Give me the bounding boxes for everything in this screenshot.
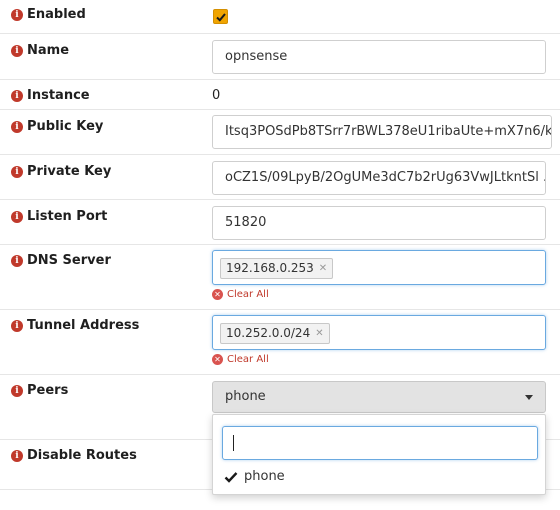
dns-server-label: DNS Server (27, 253, 111, 268)
tunnel-address-tag[interactable]: 10.252.0.0/24 ✕ (220, 323, 330, 344)
dns-server-clear-all[interactable]: ✕ Clear All (212, 289, 269, 300)
peers-dropdown-menu: phone (212, 414, 546, 495)
disable-routes-label-group: i Disable Routes (11, 448, 137, 463)
row-dns-server: i DNS Server 192.168.0.253 ✕ ✕ Clear All (0, 245, 560, 310)
peers-label: Peers (27, 383, 69, 398)
text-cursor (233, 435, 234, 451)
private-key-input[interactable]: oCZ1S/09LpyB/2OgUMe3dC7b2rUg63VwJLtkntSl… (212, 161, 546, 195)
instance-label: Instance (27, 88, 90, 103)
name-label-group: i Name (11, 43, 69, 58)
peers-selected-value: phone (225, 389, 266, 404)
peers-option-label: phone (244, 469, 285, 484)
peers-select[interactable]: phone (212, 381, 546, 413)
public-key-input[interactable]: Itsq3POSdPb8TSrr7rBWL378eU1ribaUte+mX7n6… (212, 115, 552, 149)
check-icon (224, 471, 238, 483)
enabled-label: Enabled (27, 7, 86, 22)
check-icon (216, 13, 226, 22)
tunnel-address-clear-all[interactable]: ✕ Clear All (212, 354, 269, 365)
listen-port-label: Listen Port (27, 209, 108, 224)
tunnel-address-tags-input[interactable]: 10.252.0.0/24 ✕ (212, 315, 546, 350)
row-private-key: i Private Key oCZ1S/09LpyB/2OgUMe3dC7b2r… (0, 155, 560, 200)
info-icon[interactable]: i (11, 165, 23, 178)
row-public-key: i Public Key Itsq3POSdPb8TSrr7rBWL378eU1… (0, 110, 560, 155)
public-key-label-group: i Public Key (11, 119, 103, 134)
info-icon[interactable]: i (11, 120, 23, 133)
info-icon[interactable]: i (11, 384, 23, 397)
info-icon[interactable]: i (11, 210, 23, 223)
dns-server-clear-all-label: Clear All (227, 289, 269, 300)
disable-routes-label: Disable Routes (27, 448, 137, 463)
enabled-checkbox[interactable] (213, 9, 228, 24)
instance-label-group: i Instance (11, 88, 90, 103)
info-icon[interactable]: i (11, 89, 23, 102)
times-icon[interactable]: ✕ (319, 259, 327, 278)
caret-down-icon (525, 395, 533, 400)
info-icon[interactable]: i (11, 44, 23, 57)
times-icon[interactable]: ✕ (315, 324, 323, 343)
times-circle-icon: ✕ (212, 354, 223, 365)
info-icon[interactable]: i (11, 8, 23, 21)
enabled-label-group: i Enabled (11, 7, 86, 22)
peers-label-group: i Peers (11, 383, 68, 398)
peers-option[interactable]: phone (224, 469, 285, 484)
row-listen-port: i Listen Port 51820 (0, 200, 560, 245)
listen-port-label-group: i Listen Port (11, 209, 107, 224)
public-key-label: Public Key (27, 119, 104, 134)
dns-server-tag-label: 192.168.0.253 (226, 261, 314, 275)
dns-server-tags-input[interactable]: 192.168.0.253 ✕ (212, 250, 546, 285)
info-icon[interactable]: i (11, 319, 23, 332)
info-icon[interactable]: i (11, 449, 23, 462)
row-instance: i Instance 0 (0, 80, 560, 110)
name-label: Name (27, 43, 70, 58)
tunnel-address-label: Tunnel Address (27, 318, 140, 333)
dns-server-label-group: i DNS Server (11, 253, 111, 268)
row-tunnel-address: i Tunnel Address 10.252.0.0/24 ✕ ✕ Clear… (0, 310, 560, 375)
instance-value: 0 (212, 88, 221, 103)
times-circle-icon: ✕ (212, 289, 223, 300)
private-key-label: Private Key (27, 164, 112, 179)
tunnel-address-label-group: i Tunnel Address (11, 318, 139, 333)
row-name: i Name opnsense (0, 34, 560, 80)
private-key-label-group: i Private Key (11, 164, 111, 179)
peers-search-input[interactable] (222, 426, 538, 460)
listen-port-input[interactable]: 51820 (212, 206, 546, 240)
dns-server-tag[interactable]: 192.168.0.253 ✕ (220, 258, 334, 279)
row-enabled: i Enabled (0, 0, 560, 34)
tunnel-address-clear-all-label: Clear All (227, 354, 269, 365)
name-input[interactable]: opnsense (212, 40, 546, 74)
tunnel-address-tag-label: 10.252.0.0/24 (226, 326, 311, 340)
info-icon[interactable]: i (11, 254, 23, 267)
